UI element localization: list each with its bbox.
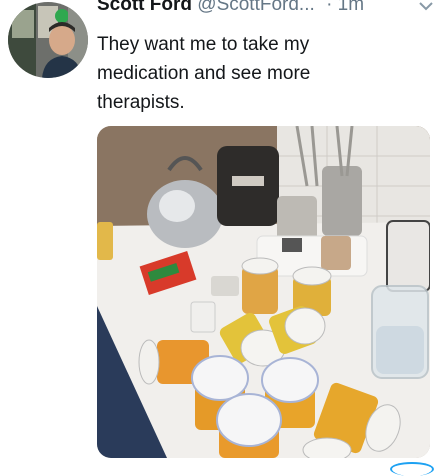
avatar-photo bbox=[8, 2, 88, 78]
chevron-down-icon[interactable] bbox=[419, 0, 433, 12]
tweet-photo[interactable] bbox=[97, 126, 430, 458]
display-name[interactable]: Scott Ford bbox=[97, 0, 192, 15]
tweet-time[interactable]: 1m bbox=[338, 0, 364, 15]
user-avatar[interactable] bbox=[8, 2, 88, 78]
tweet-text: They want me to take my medication and s… bbox=[97, 34, 311, 113]
user-handle[interactable]: @ScottFord... bbox=[197, 0, 315, 15]
tweet-header: Scott Ford @ScottFord... · 1m bbox=[97, 0, 364, 22]
action-indicator bbox=[390, 462, 434, 476]
photo-icon bbox=[97, 126, 430, 458]
separator-dot: · bbox=[326, 0, 333, 15]
